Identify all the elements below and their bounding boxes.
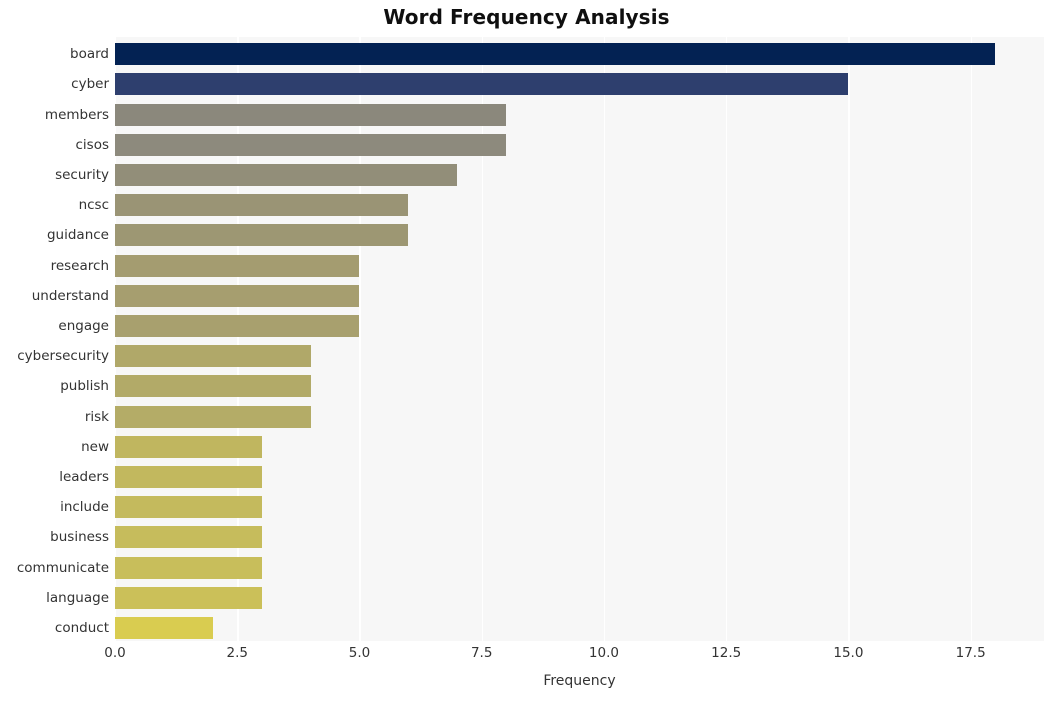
y-tick-label: conduct <box>54 619 109 636</box>
gridline-x-0 <box>115 37 117 641</box>
gridline-x-6 <box>848 37 850 641</box>
bar[interactable] <box>115 526 262 549</box>
y-tick-label: include <box>60 499 109 516</box>
gridline-x-2 <box>359 37 361 641</box>
y-tick-label: cyber <box>71 76 109 93</box>
gridline-x-3 <box>481 37 483 641</box>
gridline-x-5 <box>726 37 728 641</box>
bar[interactable] <box>115 103 507 126</box>
gridline-x-4 <box>603 37 606 641</box>
y-tick-label: language <box>46 589 109 606</box>
x-axis-tick-labels: 0.0 2.5 5.0 7.5 10.0 12.5 15.0 17.5 <box>104 645 1044 669</box>
bar[interactable] <box>115 465 262 488</box>
bar[interactable] <box>115 375 311 398</box>
chart-figure: Word Frequency Analysis board cyber member… <box>0 0 1053 701</box>
gridline-x-1 <box>237 37 239 641</box>
chart-title: Word Frequency Analysis <box>383 5 670 29</box>
gridline-x-7 <box>970 37 972 641</box>
y-tick-label: board <box>70 46 109 63</box>
y-tick-label: members <box>44 106 109 123</box>
y-tick-label: new <box>81 438 109 455</box>
x-tick-label: 0.0 <box>104 645 126 661</box>
bar[interactable] <box>115 405 311 428</box>
x-tick-label: 2.5 <box>226 645 248 661</box>
y-tick-label: leaders <box>59 468 109 485</box>
bar[interactable] <box>115 284 360 307</box>
y-tick-label: cybersecurity <box>17 348 109 365</box>
bar[interactable] <box>115 133 507 156</box>
x-tick-label: 7.5 <box>470 645 493 661</box>
x-tick-label: 12.5 <box>711 645 742 661</box>
bar[interactable] <box>115 43 996 66</box>
bar[interactable] <box>115 254 360 277</box>
x-tick-label: 17.5 <box>955 645 986 661</box>
bar[interactable] <box>115 616 213 639</box>
y-tick-label: engage <box>58 317 109 334</box>
y-axis-tick-labels: board cyber members cisos security ncsc guidan… <box>0 37 109 641</box>
y-tick-label: security <box>55 166 109 183</box>
x-tick-label: 15.0 <box>833 645 864 661</box>
y-tick-label: guidance <box>46 227 109 244</box>
x-tick-label: 10.0 <box>588 645 619 661</box>
y-tick-label: communicate <box>16 559 109 576</box>
y-tick-label: research <box>50 257 109 274</box>
bar[interactable] <box>115 224 409 247</box>
y-tick-label: risk <box>84 408 109 425</box>
x-axis-label: Frequency <box>543 673 616 689</box>
bar[interactable] <box>115 496 262 519</box>
y-tick-label: cisos <box>75 136 110 153</box>
bar[interactable] <box>115 345 311 368</box>
plot-area <box>115 37 1044 641</box>
y-tick-label: publish <box>60 378 109 395</box>
bar[interactable] <box>115 73 849 96</box>
bar[interactable] <box>115 435 262 458</box>
bar[interactable] <box>115 586 262 609</box>
bar[interactable] <box>115 556 262 579</box>
y-tick-label: understand <box>31 287 109 304</box>
bar[interactable] <box>115 314 360 337</box>
bar[interactable] <box>115 194 409 217</box>
bar[interactable] <box>115 163 458 186</box>
y-tick-label: ncsc <box>78 197 109 214</box>
x-tick-label: 5.0 <box>348 645 371 661</box>
y-tick-label: business <box>50 529 109 546</box>
